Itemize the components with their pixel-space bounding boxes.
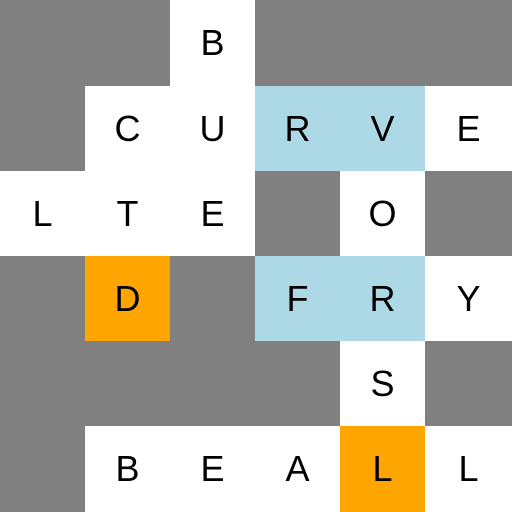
letter-tile-white[interactable]: C — [85, 86, 170, 171]
letter-tile-orange[interactable]: L — [340, 426, 425, 512]
letter-tile-white[interactable]: A — [255, 426, 340, 512]
letter-tile-blue[interactable]: R — [255, 86, 340, 171]
letter-tile-white[interactable]: B — [170, 0, 255, 86]
letter-tile-orange[interactable]: D — [85, 256, 170, 341]
letter-tile-white[interactable]: E — [425, 86, 512, 171]
word-grid-board: BCURVELTEODFRYSBEALL — [0, 0, 512, 512]
letter-tile-white[interactable]: L — [0, 171, 85, 256]
letter-tile-white[interactable]: O — [340, 171, 425, 256]
letter-tile-white[interactable]: E — [170, 426, 255, 512]
letter-tile-white[interactable]: S — [340, 341, 425, 426]
letter-tile-white[interactable]: T — [85, 171, 170, 256]
letter-tile-white[interactable]: Y — [425, 256, 512, 341]
letter-tile-white[interactable]: B — [85, 426, 170, 512]
letter-tile-white[interactable]: U — [170, 86, 255, 171]
letter-tile-white[interactable]: E — [170, 171, 255, 256]
letter-tile-blue[interactable]: R — [340, 256, 425, 341]
letter-tile-blue[interactable]: F — [255, 256, 340, 341]
letter-tile-white[interactable]: L — [425, 426, 512, 512]
letter-tile-blue[interactable]: V — [340, 86, 425, 171]
